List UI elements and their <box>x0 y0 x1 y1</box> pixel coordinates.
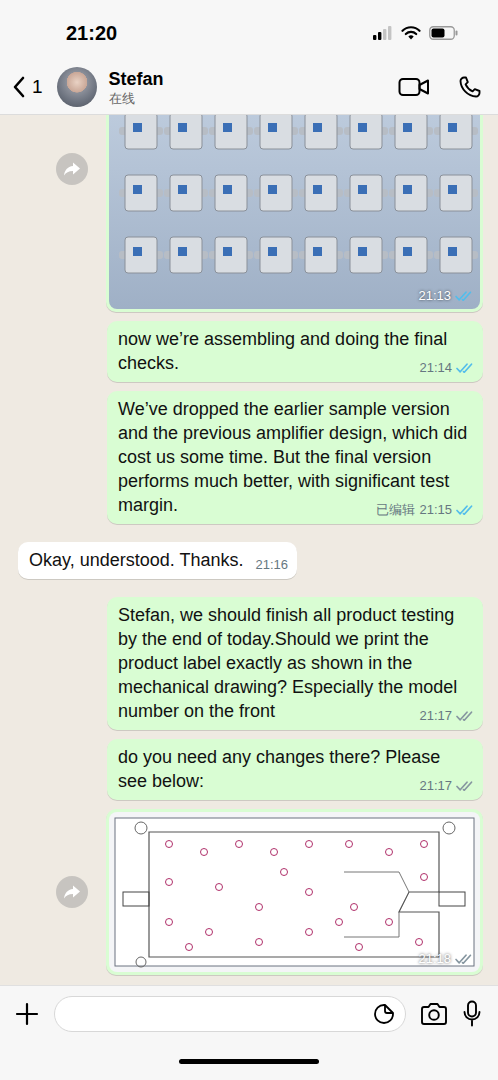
contact-info[interactable]: Stefan在线 <box>109 68 164 107</box>
message-row: Okay, understood. Thanks. 21:16 <box>0 542 498 579</box>
wifi-icon <box>401 26 421 41</box>
read-ticks-icon <box>455 953 473 965</box>
message-field[interactable] <box>54 996 406 1032</box>
sticker-icon[interactable] <box>373 1003 395 1025</box>
message-time: 21:18 <box>418 951 451 967</box>
incoming-bubble[interactable]: Okay, understood. Thanks. 21:16 <box>18 542 297 579</box>
plus-icon[interactable] <box>14 1001 40 1027</box>
message-time: 21:13 <box>418 288 451 304</box>
contact-name[interactable]: Stefan <box>109 68 164 90</box>
message-meta: 21:17 <box>419 778 474 794</box>
status-icons <box>373 26 458 41</box>
composer <box>0 985 498 1080</box>
message-meta: 21:16 <box>255 557 288 573</box>
message-time: 21:17 <box>419 708 452 724</box>
message-time: 21:17 <box>419 778 452 794</box>
outgoing-bubble[interactable]: We’ve dropped the earlier sample version… <box>107 391 483 524</box>
read-ticks-icon <box>456 504 474 516</box>
clock: 21:20 <box>66 22 117 45</box>
message-time: 21:14 <box>419 360 452 376</box>
video-call-icon[interactable] <box>398 76 430 98</box>
home-indicator[interactable] <box>179 1059 319 1064</box>
image-meta: 21:13 <box>418 288 473 304</box>
forward-arrow-icon[interactable] <box>63 161 81 177</box>
image-meta: 21:18 <box>418 951 473 967</box>
read-ticks-icon <box>456 780 474 792</box>
forward-arrow-icon[interactable] <box>63 884 81 900</box>
camera-icon[interactable] <box>420 1002 448 1026</box>
message-row: 21:18 <box>0 809 498 975</box>
message-meta: 已编辑21:15 <box>376 502 474 518</box>
phone-call-icon[interactable] <box>458 75 482 99</box>
message-text[interactable]: now we’re assembling and doing the final… <box>118 329 447 373</box>
chat-header: 1 Stefan在线 <box>0 60 498 115</box>
read-ticks-icon <box>456 362 474 374</box>
message-row: 21:13 <box>0 115 498 312</box>
composer-bar <box>0 986 498 1032</box>
message-row: Stefan, we should finish all product tes… <box>0 597 498 730</box>
outgoing-bubble[interactable]: now we’re assembling and doing the final… <box>107 321 483 382</box>
battery-icon <box>429 26 458 40</box>
message-list: 21:13 now we’re assembling and doing the … <box>0 115 498 985</box>
back-button[interactable]: 1 <box>12 75 43 99</box>
message-text[interactable]: Stefan, we should finish all product tes… <box>118 605 457 721</box>
signal-icon <box>373 26 393 40</box>
message-meta: 21:17 <box>419 708 474 724</box>
outgoing-bubble[interactable]: Stefan, we should finish all product tes… <box>107 597 483 730</box>
message-text[interactable]: do you need any changes there? Please se… <box>118 747 440 791</box>
read-ticks-icon <box>456 710 474 722</box>
message-time: 21:15 <box>419 502 452 518</box>
mechanical-drawing[interactable] <box>109 812 480 972</box>
image-bubble[interactable]: 21:18 <box>106 809 483 975</box>
amplifier-photo[interactable] <box>109 115 480 309</box>
edited-label: 已编辑 <box>376 502 415 518</box>
status-bar: 21:20 <box>0 0 498 60</box>
image-bubble[interactable]: 21:13 <box>106 115 483 312</box>
back-chevron-icon[interactable] <box>12 75 26 99</box>
forward-button[interactable] <box>56 153 88 185</box>
message-row: do you need any changes there? Please se… <box>0 739 498 800</box>
message-meta: 21:14 <box>419 360 474 376</box>
outgoing-bubble[interactable]: do you need any changes there? Please se… <box>107 739 483 800</box>
message-text[interactable]: We’ve dropped the earlier sample version… <box>118 399 467 515</box>
contact-avatar[interactable] <box>57 67 97 107</box>
forward-button[interactable] <box>56 876 88 908</box>
message-row: We’ve dropped the earlier sample version… <box>0 391 498 524</box>
microphone-icon[interactable] <box>462 1000 482 1028</box>
message-row: now we’re assembling and doing the final… <box>0 321 498 382</box>
read-ticks-icon <box>455 290 473 302</box>
message-text[interactable]: Okay, understood. Thanks. <box>29 550 243 570</box>
message-time: 21:16 <box>255 557 288 573</box>
contact-status: 在线 <box>109 90 164 107</box>
call-actions <box>398 75 482 99</box>
unread-count[interactable]: 1 <box>32 76 43 98</box>
